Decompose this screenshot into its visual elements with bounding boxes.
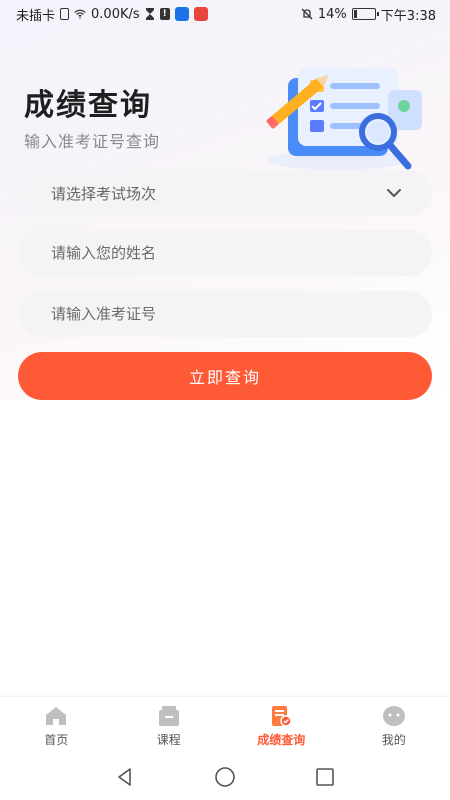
tab-profile[interactable]: 我的 — [349, 704, 439, 748]
page-subtitle: 输入准考证号查询 — [24, 132, 161, 151]
tab-score-query[interactable]: 成绩查询 — [236, 704, 326, 748]
system-navigation-bar — [0, 754, 450, 800]
name-input[interactable] — [51, 244, 402, 262]
course-icon — [158, 705, 179, 726]
tab-profile-label: 我的 — [381, 732, 406, 747]
wifi-icon — [74, 9, 86, 19]
clock: 下午3:38 — [380, 8, 436, 24]
score-report-illustration-icon — [266, 68, 422, 170]
hourglass-icon — [145, 8, 154, 20]
bottom-tab-bar: 首页 课程 成绩查询 我的 — [0, 696, 450, 754]
status-bar: 未插卡 0.00K/s ! 14% 下午3:38 — [0, 0, 450, 28]
tab-course-label: 课程 — [156, 732, 181, 747]
profile-icon — [382, 705, 405, 726]
tab-home-label: 首页 — [44, 732, 69, 747]
page-title: 成绩查询 — [24, 88, 152, 123]
app-notification-icon — [174, 7, 189, 21]
score-query-icon — [272, 705, 292, 727]
admission-ticket-field[interactable] — [18, 291, 432, 337]
name-field[interactable] — [18, 230, 432, 276]
tab-score-query-label: 成绩查询 — [257, 732, 306, 747]
tab-course[interactable]: 课程 — [124, 704, 214, 748]
status-bar-right: 14% 下午3:38 — [301, 5, 436, 24]
admission-ticket-input[interactable] — [51, 305, 402, 323]
alert-icon: ! — [159, 8, 170, 20]
mute-bell-icon — [301, 8, 313, 20]
back-icon[interactable] — [114, 766, 136, 788]
battery-icon — [351, 8, 379, 20]
query-now-button[interactable]: 立即查询 — [18, 352, 432, 400]
home-button-icon[interactable] — [214, 766, 236, 788]
carrier-text: 未插卡 — [16, 8, 56, 24]
exam-session-placeholder: 请选择考试场次 — [51, 184, 157, 203]
battery-percent: 14% — [317, 6, 347, 22]
network-speed: 0.00K/s — [91, 6, 140, 22]
chevron-down-icon — [387, 189, 401, 197]
recent-apps-icon[interactable] — [314, 766, 336, 788]
sim-icon — [60, 8, 70, 20]
exam-session-select[interactable]: 请选择考试场次 — [18, 170, 432, 216]
tab-home[interactable]: 首页 — [11, 704, 101, 748]
message-notification-icon — [193, 7, 208, 21]
status-bar-left: 未插卡 0.00K/s ! — [16, 5, 208, 24]
home-icon — [46, 706, 67, 725]
